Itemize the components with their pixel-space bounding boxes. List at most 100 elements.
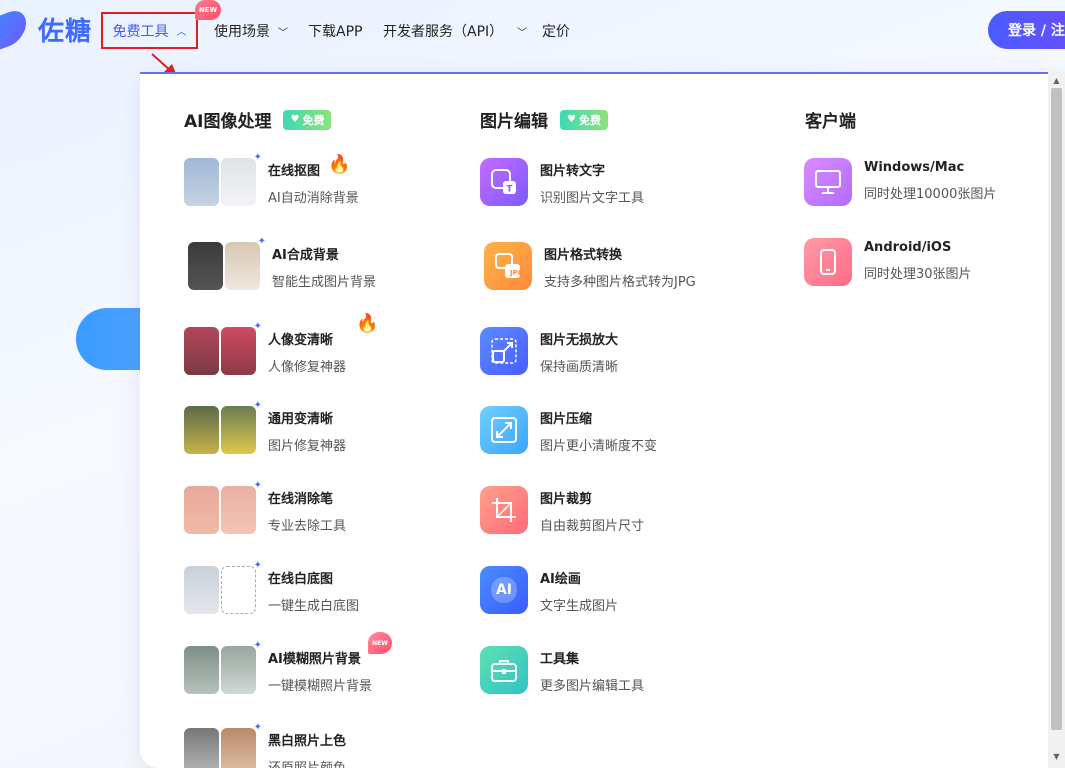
tool-name: 图片压缩 <box>540 412 593 427</box>
chevron-down-icon: ﹀ <box>278 27 288 39</box>
sparkle-icon: ✦ <box>253 722 262 733</box>
tool-blur-background[interactable]: ✦ AI模糊照片背景 一键模糊照片背景 NEW <box>184 632 464 694</box>
tool-name: AI模糊照片背景 <box>268 652 361 667</box>
tool-name: 人像变清晰 <box>268 333 334 348</box>
tool-eraser[interactable]: ✦ 在线消除笔 专业去除工具 <box>184 480 464 534</box>
jpg-label: JPG <box>510 269 524 277</box>
tool-name: 在线消除笔 <box>268 492 334 507</box>
tool-thumbnail: ✦ <box>184 321 262 375</box>
format-convert-icon: JPG <box>484 242 532 290</box>
tool-compress[interactable]: 图片压缩 图片更小清晰度不变 <box>480 406 760 454</box>
tool-thumbnail: ✦ <box>184 400 262 454</box>
tool-desc: 智能生成图片背景 <box>272 275 377 290</box>
tool-name: 图片裁剪 <box>540 492 593 507</box>
new-badge: NEW <box>368 632 392 654</box>
tool-name: 图片格式转换 <box>544 248 623 263</box>
nav-free-tools[interactable]: 免费工具 ︿ <box>101 12 198 49</box>
nav-download[interactable]: 下载APP <box>308 18 362 44</box>
sparkle-icon: ✦ <box>253 152 262 163</box>
tool-name: 工具集 <box>540 652 580 667</box>
ai-painting-icon: AI <box>480 566 528 614</box>
column-title-ai-text: AI图像处理 <box>184 112 272 132</box>
tool-image-to-text[interactable]: T 图片转文字 识别图片文字工具 <box>480 158 760 206</box>
tool-thumbnail: ✦ <box>184 480 262 534</box>
brand-logo[interactable]: 佐糖 <box>0 6 92 52</box>
nav-dev-api[interactable]: 开发者服务（API） ﹀ <box>383 18 527 44</box>
sparkle-icon: ✦ <box>257 236 266 247</box>
heart-icon: ♥ <box>290 114 300 125</box>
ocr-icon: T <box>480 158 528 206</box>
tool-ai-background[interactable]: ✦ AI合成背景 智能生成图片背景 <box>188 236 468 290</box>
tool-format-convert[interactable]: JPG 图片格式转换 支持多种图片格式转为JPG <box>484 242 764 290</box>
free-tag: ♥ 免费 <box>560 109 608 130</box>
sparkle-icon: ✦ <box>253 560 262 571</box>
column-title-ai: AI图像处理 ♥ 免费 <box>184 107 332 132</box>
tool-colorize[interactable]: ✦ 黑白照片上色 还原照片颜色 <box>184 722 464 768</box>
fire-icon: 🔥 <box>356 313 379 334</box>
tool-name: 图片转文字 <box>540 164 606 179</box>
nav-use-cases[interactable]: 使用场景 ﹀ <box>214 18 288 44</box>
tool-remove-bg[interactable]: ✦ 在线抠图 AI自动消除背景 🔥 <box>184 152 464 206</box>
tool-thumbnail: ✦ <box>184 722 262 768</box>
tool-desc: 更多图片编辑工具 <box>540 679 645 694</box>
tool-thumbnail: ✦ <box>184 152 262 206</box>
new-badge: NEW <box>195 0 221 20</box>
client-desktop[interactable]: Windows/Mac 同时处理10000张图片 <box>804 158 1065 206</box>
sparkle-icon: ✦ <box>253 400 262 411</box>
nav-download-label: 下载APP <box>308 24 363 40</box>
tool-thumbnail: ✦ <box>184 560 262 614</box>
tool-thumbnail: ✦ <box>188 236 266 290</box>
tool-desc: AI自动消除背景 <box>268 191 359 206</box>
tool-name: 通用变清晰 <box>268 412 334 427</box>
nav-pricing[interactable]: 定价 <box>542 18 570 44</box>
crop-icon <box>480 486 528 534</box>
column-title-client: 客户端 <box>805 107 856 132</box>
tool-desc: 自由裁剪图片尺寸 <box>540 519 645 534</box>
scroll-up-icon[interactable]: ▲ <box>1052 76 1061 85</box>
toolbox-icon <box>480 646 528 694</box>
nav-use-cases-label: 使用场景 <box>214 24 270 40</box>
tool-portrait-enhance[interactable]: ✦ 人像变清晰 人像修复神器 🔥 <box>184 313 464 375</box>
tool-desc: 专业去除工具 <box>268 519 347 534</box>
svg-text:T: T <box>506 185 513 195</box>
sparkle-icon: ✦ <box>253 640 262 651</box>
column-title-edit: 图片编辑 ♥ 免费 <box>480 107 608 132</box>
nav-dev-api-label: 开发者服务（API） <box>383 24 504 40</box>
tool-name: Windows/Mac <box>864 160 965 175</box>
scroll-down-icon[interactable]: ▼ <box>1052 752 1061 761</box>
tool-toolkit[interactable]: 工具集 更多图片编辑工具 <box>480 646 760 694</box>
tool-crop[interactable]: 图片裁剪 自由裁剪图片尺寸 <box>480 486 760 534</box>
compress-icon <box>480 406 528 454</box>
heart-icon: ♥ <box>567 114 576 125</box>
tool-ai-painting[interactable]: AI AI绘画 文字生成图片 <box>480 566 760 614</box>
tool-desc: 同时处理10000张图片 <box>864 187 997 202</box>
tool-desc: 图片更小清晰度不变 <box>540 439 658 454</box>
tool-name: 在线白底图 <box>268 572 334 587</box>
column-title-client-text: 客户端 <box>805 112 856 132</box>
scrollbar-thumb[interactable] <box>1051 88 1062 730</box>
sparkle-icon: ✦ <box>253 321 262 332</box>
chevron-down-icon: ﹀ <box>517 27 528 39</box>
tool-white-background[interactable]: ✦ 在线白底图 一键生成白底图 <box>184 560 464 614</box>
tool-desc: 还原照片颜色 <box>268 757 346 768</box>
tool-name: 图片无损放大 <box>540 333 619 348</box>
tool-desc: 文字生成图片 <box>540 599 619 614</box>
tool-desc: 人像修复神器 <box>268 360 347 375</box>
upscale-icon <box>480 327 528 375</box>
fire-icon: 🔥 <box>328 154 351 175</box>
tool-name: 黑白照片上色 <box>268 734 347 749</box>
tool-desc: 支持多种图片格式转为JPG <box>544 275 696 290</box>
tool-desc: 一键生成白底图 <box>268 599 360 614</box>
tool-name: AI合成背景 <box>272 248 339 263</box>
tool-desc: 一键模糊照片背景 <box>268 679 373 694</box>
tool-thumbnail: ✦ <box>184 640 262 694</box>
column-title-edit-text: 图片编辑 <box>480 112 548 132</box>
login-button[interactable]: 登录 / 注 <box>988 11 1065 49</box>
brand-name: 佐糖 <box>38 16 93 47</box>
free-tools-dropdown: AI图像处理 ♥ 免费 图片编辑 ♥ 免费 客户端 ✦ 在线抠图 AI自动消除背… <box>140 72 1065 768</box>
tool-general-enhance[interactable]: ✦ 通用变清晰 图片修复神器 <box>184 400 464 454</box>
tool-desc: 保持画质清晰 <box>540 360 619 375</box>
tool-upscale[interactable]: 图片无损放大 保持画质清晰 <box>480 327 760 375</box>
client-mobile[interactable]: Android/iOS 同时处理30张图片 <box>804 238 1065 286</box>
phone-icon <box>804 238 852 286</box>
